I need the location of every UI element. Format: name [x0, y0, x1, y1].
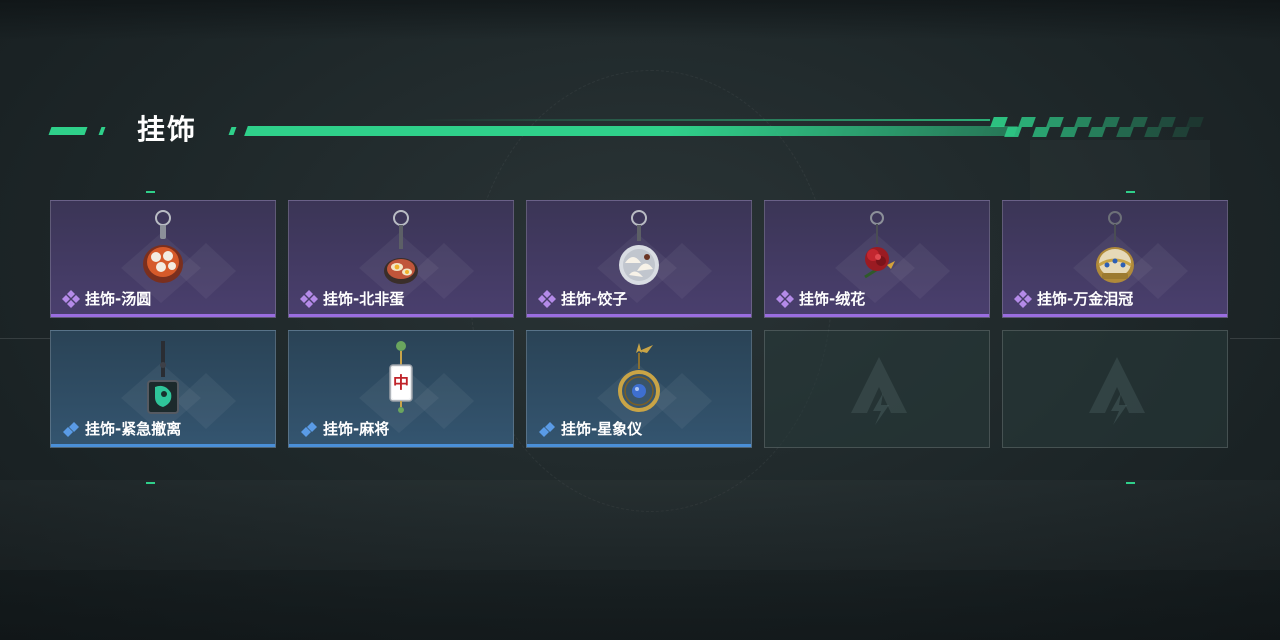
charm-card[interactable]: 中 挂饰-麻将	[288, 330, 514, 448]
rarity-diamond-icon	[776, 289, 794, 308]
header-accent-dash	[48, 127, 88, 135]
rarity-diamond-icon	[539, 421, 555, 437]
corner-tick	[146, 191, 155, 193]
header-thin-line	[420, 119, 990, 121]
charm-name: 挂饰-麻将	[323, 420, 390, 438]
shakshuka-charm-icon	[384, 210, 418, 284]
evacuation-charm-icon	[147, 341, 179, 414]
empty-slot-logo-icon	[1089, 357, 1145, 425]
empty-slot-logo-icon	[851, 357, 907, 425]
rarity-diamond-icon	[538, 289, 556, 308]
charm-card[interactable]: 挂饰-绒花	[764, 200, 990, 318]
checker-square	[1186, 127, 1204, 137]
rarity-bar	[289, 444, 513, 447]
charm-label-row: 挂饰-紧急撤离	[61, 418, 181, 439]
charm-card[interactable]: 挂饰-饺子	[526, 200, 752, 318]
background-vignette	[0, 0, 1280, 640]
header-accent-dash	[98, 127, 106, 135]
header-accent-dash	[228, 127, 237, 135]
charm-name: 挂饰-饺子	[561, 290, 628, 308]
rarity-bar	[765, 314, 989, 317]
side-rail	[0, 338, 50, 339]
corner-tick	[146, 482, 155, 484]
charm-card[interactable]: 挂饰-万金泪冠	[1002, 200, 1228, 318]
charm-name: 挂饰-星象仪	[561, 420, 643, 438]
rarity-bar	[527, 444, 751, 447]
rarity-bar	[51, 444, 275, 447]
rarity-bar	[527, 314, 751, 317]
charm-label-row: 挂饰-饺子	[537, 288, 627, 309]
empty-slot[interactable]	[764, 330, 990, 448]
header-progress-bar	[244, 126, 1018, 136]
charm-label-row: 挂饰-麻将	[299, 418, 389, 439]
rarity-bar	[1003, 314, 1227, 317]
velvet-flower-charm-icon	[864, 211, 895, 279]
background-ground	[0, 480, 1280, 570]
charm-label-row: 挂饰-万金泪冠	[1013, 288, 1133, 309]
rarity-diamond-icon	[1014, 289, 1032, 308]
empty-slot[interactable]	[1002, 330, 1228, 448]
rarity-diamond-icon	[301, 421, 317, 437]
side-rail	[1230, 338, 1280, 339]
section-title: 挂饰	[137, 113, 198, 146]
tangyuan-charm-icon	[143, 210, 183, 283]
charm-label-row: 挂饰-汤圆	[61, 288, 151, 309]
charm-card[interactable]: 挂饰-紧急撤离	[50, 330, 276, 448]
crown-charm-icon	[1096, 211, 1134, 283]
charm-name: 挂饰-汤圆	[85, 290, 152, 308]
charm-name: 挂饰-紧急撤离	[85, 420, 182, 438]
charm-name: 挂饰-北非蛋	[323, 290, 405, 308]
charm-name: 挂饰-绒花	[799, 290, 866, 308]
rarity-bar	[289, 314, 513, 317]
dumpling-charm-icon	[619, 210, 659, 285]
charm-name: 挂饰-万金泪冠	[1037, 290, 1134, 308]
checker-square	[1186, 117, 1204, 127]
svg-text:中: 中	[393, 373, 409, 392]
corner-tick	[1126, 191, 1135, 193]
rarity-diamond-icon	[63, 421, 79, 437]
rarity-diamond-icon	[300, 289, 318, 308]
charm-label-row: 挂饰-北非蛋	[299, 288, 404, 309]
rarity-bar	[51, 314, 275, 317]
header-checker-pattern	[990, 117, 1204, 137]
charm-label-row: 挂饰-绒花	[775, 288, 865, 309]
charm-card[interactable]: 挂饰-汤圆	[50, 200, 276, 318]
rarity-diamond-icon	[62, 289, 80, 308]
charm-card[interactable]: 挂饰-北非蛋	[288, 200, 514, 318]
astrolabe-charm-icon	[618, 343, 660, 412]
charm-card[interactable]: 挂饰-星象仪	[526, 330, 752, 448]
charm-label-row: 挂饰-星象仪	[537, 418, 642, 439]
mahjong-charm-icon: 中	[389, 341, 413, 413]
corner-tick	[1126, 482, 1135, 484]
